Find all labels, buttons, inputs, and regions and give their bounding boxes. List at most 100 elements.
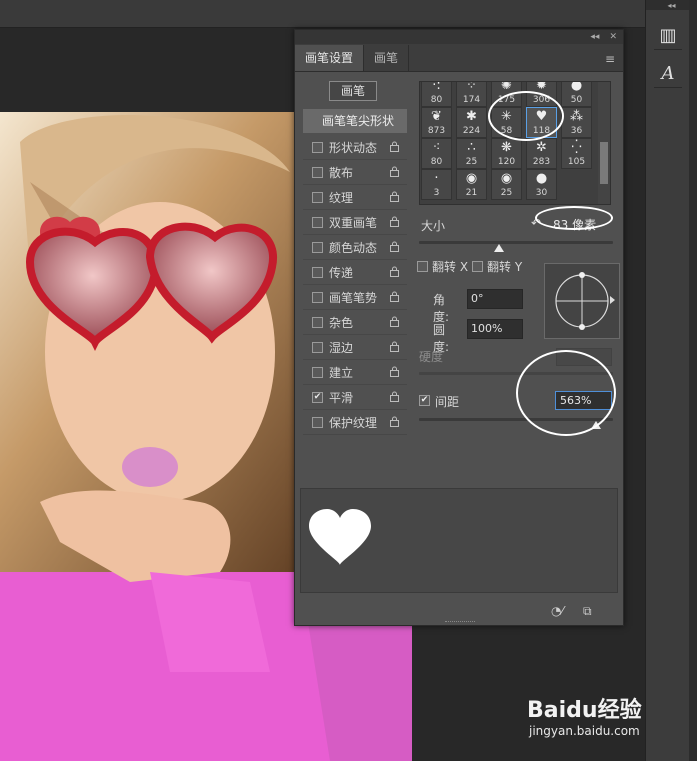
sidebar-item-checkbox[interactable] (312, 266, 323, 278)
lock-icon[interactable] (390, 241, 399, 252)
size-slider-knob[interactable] (494, 244, 504, 252)
sidebar-item-label: 形状动态 (329, 140, 378, 155)
brush-tip[interactable]: ⁘ 174 (456, 82, 487, 107)
angle-roundness-preview[interactable] (544, 263, 620, 339)
brush-presets-button[interactable]: 画笔 (329, 81, 377, 101)
size-slider[interactable] (419, 241, 613, 244)
brush-tip[interactable]: · 3 (421, 169, 452, 200)
sidebar-item-brush-tip-shape[interactable]: 画笔笔尖形状 (303, 109, 407, 133)
sidebar-item[interactable]: 形状动态 (303, 135, 407, 160)
brush-tip-size: 36 (570, 126, 583, 136)
sidebar-item-checkbox[interactable] (312, 141, 323, 153)
sidebar-item[interactable]: 建立 (303, 360, 407, 385)
brush-tip-scrollbar[interactable] (598, 82, 610, 204)
right-dock: ◂◂ ▥ A (645, 0, 697, 761)
size-row: 大小 ↶ 83 像素 (419, 214, 615, 236)
sidebar-item-checkbox[interactable] (312, 216, 323, 228)
brush-tip[interactable]: ∴ 25 (456, 138, 487, 169)
reset-size-icon[interactable]: ↶ (531, 216, 541, 230)
size-value[interactable]: 83 像素 (553, 216, 596, 233)
hardness-slider[interactable] (419, 372, 613, 375)
sidebar-item-checkbox[interactable] (312, 241, 323, 253)
sidebar-item[interactable]: 双重画笔 (303, 210, 407, 235)
angle-input[interactable]: 0° (467, 289, 523, 309)
panel-menu-icon[interactable]: ≡ (605, 52, 615, 66)
hardness-input[interactable] (556, 348, 612, 366)
lock-icon[interactable] (390, 191, 399, 202)
spacing-slider-knob[interactable] (591, 421, 601, 429)
baidu-watermark: Baidu经验 jingyan.baidu.com (527, 692, 657, 747)
sidebar-item[interactable]: ✔ 平滑 (303, 385, 407, 410)
brush-tip-size: 21 (465, 188, 478, 198)
brush-tip[interactable]: ♥ 118 (526, 107, 557, 138)
brush-tip-size: 30 (535, 188, 548, 198)
sidebar-item-checkbox[interactable]: ✔ (312, 391, 323, 403)
document-tab-strip (0, 0, 645, 28)
resize-handle[interactable] (445, 621, 475, 625)
spacing-input[interactable]: 563% (555, 391, 612, 410)
paragraph-tool-icon[interactable]: ▥ (654, 22, 682, 50)
lock-icon[interactable] (390, 166, 399, 177)
close-icon[interactable]: ✕ (609, 32, 617, 42)
stroke-preview (300, 488, 618, 593)
sidebar-item[interactable]: 画笔笔势 (303, 285, 407, 310)
sidebar-item[interactable]: 保护纹理 (303, 410, 407, 435)
brush-tip[interactable]: ✱ 224 (456, 107, 487, 138)
brush-tip[interactable]: ● 30 (526, 169, 557, 200)
brush-tip[interactable]: ❋ 120 (491, 138, 522, 169)
tab-brushes[interactable]: 画笔 (364, 45, 410, 71)
sidebar-item-checkbox[interactable] (312, 166, 323, 178)
sidebar-item[interactable]: 湿边 (303, 335, 407, 360)
brush-tip[interactable]: ✳ 58 (491, 107, 522, 138)
lock-icon[interactable] (390, 341, 399, 352)
lock-icon[interactable] (390, 366, 399, 377)
panel-footer: ◔⁄ ⧉ (295, 597, 623, 625)
brush-tip[interactable]: ◉ 25 (491, 169, 522, 200)
sidebar-item[interactable]: 散布 (303, 160, 407, 185)
brush-tip[interactable]: ◉ 21 (456, 169, 487, 200)
brush-tip[interactable]: ● 50 (561, 82, 592, 107)
sidebar-item-checkbox[interactable] (312, 341, 323, 353)
sidebar-item[interactable]: 纹理 (303, 185, 407, 210)
sidebar-item-checkbox[interactable] (312, 316, 323, 328)
lock-icon[interactable] (390, 316, 399, 327)
brush-tip[interactable]: ·: 80 (421, 82, 452, 107)
spacing-slider[interactable] (419, 418, 613, 421)
brush-tip-glyph-icon: ∴ (467, 140, 476, 155)
brush-tip[interactable]: ✲ 283 (526, 138, 557, 169)
sidebar-item[interactable]: 传递 (303, 260, 407, 285)
brush-tip-glyph-icon: ✳ (501, 109, 512, 124)
brush-tip[interactable]: ⁂ 36 (561, 107, 592, 138)
brush-tip[interactable]: ⁖ 80 (421, 138, 452, 169)
sidebar-item-checkbox[interactable] (312, 191, 323, 203)
panel-titlebar: ◂◂ ✕ (295, 30, 623, 44)
brush-tip[interactable]: ❦ 873 (421, 107, 452, 138)
tab-brush-settings[interactable]: 画笔设置 (295, 45, 365, 71)
brush-tip-glyph-icon: ⁂ (570, 109, 583, 124)
lock-icon[interactable] (390, 391, 399, 402)
sidebar-item-checkbox[interactable] (312, 366, 323, 378)
lock-icon[interactable] (390, 141, 399, 152)
lock-icon[interactable] (390, 291, 399, 302)
lock-icon[interactable] (390, 416, 399, 427)
lock-icon[interactable] (390, 266, 399, 277)
brush-tip-glyph-icon: ❋ (501, 140, 512, 155)
scrollbar-thumb[interactable] (600, 142, 608, 184)
sidebar-item[interactable]: 杂色 (303, 310, 407, 335)
lock-icon[interactable] (390, 216, 399, 227)
sidebar-item-checkbox[interactable] (312, 291, 323, 303)
collapse-icon[interactable]: ◂◂ (590, 32, 599, 42)
dock-edge (689, 0, 697, 761)
flip-x-checkbox[interactable] (417, 260, 428, 272)
sidebar-item-checkbox[interactable] (312, 416, 323, 428)
brush-tip[interactable]: ✹ 306 (526, 82, 557, 107)
toggle-live-tip-icon[interactable]: ◔⁄ (551, 604, 563, 618)
sidebar-item[interactable]: 颜色动态 (303, 235, 407, 260)
new-brush-icon[interactable]: ⧉ (583, 604, 592, 619)
brush-tip[interactable]: ✺ 175 (491, 82, 522, 107)
brush-tip[interactable]: ⁛ 105 (561, 138, 592, 169)
spacing-checkbox[interactable]: ✔ (419, 395, 430, 406)
character-tool-icon[interactable]: A (654, 60, 682, 88)
roundness-input[interactable]: 100% (467, 319, 523, 339)
flip-y-checkbox[interactable] (472, 260, 484, 272)
